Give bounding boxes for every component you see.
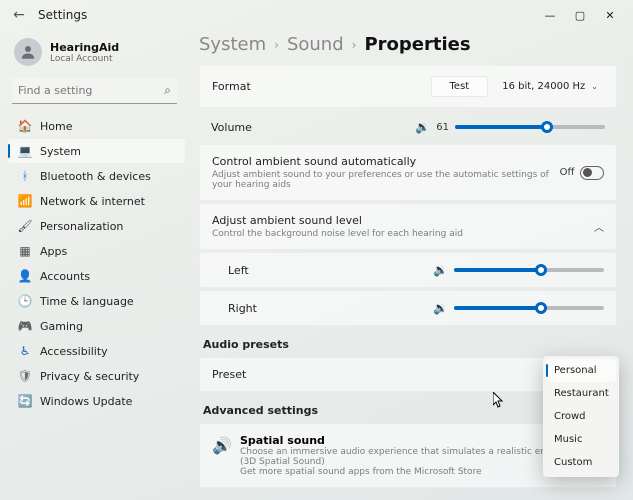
crumb-system[interactable]: System (199, 34, 266, 55)
acct-icon: 👤 (16, 269, 34, 283)
time-icon: 🕒 (16, 294, 34, 308)
sidebar-item-home[interactable]: 🏠 Home (8, 114, 185, 138)
nav-label: Accounts (40, 270, 90, 283)
sidebar-item-gaming[interactable]: 🎮 Gaming (8, 314, 185, 338)
nav-label: Bluetooth & devices (40, 170, 151, 183)
adjust-header[interactable]: Adjust ambient sound level Control the b… (199, 203, 617, 250)
nav-label: System (40, 145, 81, 158)
nav-label: Personalization (40, 220, 123, 233)
sidebar-item-windows-update[interactable]: 🔄 Windows Update (8, 389, 185, 413)
preset-label: Preset (212, 368, 246, 381)
search-wrap: ⌕ (12, 78, 177, 104)
right-card: Right 🔉 (199, 290, 617, 326)
search-icon: ⌕ (164, 83, 171, 98)
sidebar-item-personalization[interactable]: 🖌 Personalization (8, 214, 185, 238)
preset-option-crowd[interactable]: Crowd (546, 405, 616, 428)
window-controls: — ▢ ✕ (535, 9, 625, 22)
bt-icon: ᚼ (16, 169, 34, 183)
adjust-title: Adjust ambient sound level (212, 214, 463, 227)
nav-label: Privacy & security (40, 370, 139, 383)
system-icon: 💻 (16, 144, 34, 158)
maximize-button[interactable]: ▢ (565, 9, 595, 22)
speaker-icon: 🔉 (433, 263, 448, 277)
nav-label: Home (40, 120, 72, 133)
window-title: Settings (38, 8, 87, 22)
preset-option-custom[interactable]: Custom (546, 451, 616, 474)
wifi-icon: 📶 (16, 194, 34, 208)
sidebar-item-accessibility[interactable]: ♿ Accessibility (8, 339, 185, 363)
crumb-current: Properties (364, 34, 470, 55)
ambient-toggle[interactable] (580, 166, 604, 180)
sidebar-item-network-internet[interactable]: 📶 Network & internet (8, 189, 185, 213)
avatar (14, 38, 42, 66)
preset-option-personal[interactable]: Personal (546, 359, 616, 382)
adjust-subtitle: Control the background noise level for e… (212, 229, 463, 239)
nav-label: Accessibility (40, 345, 108, 358)
breadcrumb: System › Sound › Properties (199, 30, 619, 65)
sidebar-item-system[interactable]: 💻 System (8, 139, 185, 163)
titlebar: ← Settings — ▢ ✕ (0, 0, 633, 30)
close-button[interactable]: ✕ (595, 9, 625, 22)
spatial-icon: 🔊 (212, 434, 230, 477)
sidebar-item-bluetooth-devices[interactable]: ᚼ Bluetooth & devices (8, 164, 185, 188)
left-card: Left 🔉 (199, 252, 617, 288)
preset-option-restaurant[interactable]: Restaurant (546, 382, 616, 405)
format-select[interactable]: 16 bit, 24000 Hz ⌄ (496, 77, 604, 96)
nav-label: Network & internet (40, 195, 145, 208)
sidebar-item-privacy-security[interactable]: 🛡 Privacy & security (8, 364, 185, 388)
profile-sub: Local Account (50, 54, 119, 64)
left-label: Left (228, 264, 249, 277)
home-icon: 🏠 (16, 119, 34, 133)
brush-icon: 🖌 (16, 219, 34, 233)
apps-icon: ▦ (16, 244, 34, 258)
chevron-down-icon: ⌄ (591, 82, 598, 91)
volume-label: Volume (211, 121, 252, 134)
license-row: License status (199, 490, 617, 499)
chevron-right-icon: › (274, 38, 279, 52)
sidebar: HearingAid Local Account ⌕ 🏠 Home 💻 System ᚼ… (0, 30, 185, 500)
profile-name: HearingAid (50, 41, 119, 54)
sidebar-item-accounts[interactable]: 👤 Accounts (8, 264, 185, 288)
right-slider[interactable] (454, 306, 604, 310)
format-value: 16 bit, 24000 Hz (502, 81, 585, 92)
chevron-up-icon: ︿ (594, 219, 604, 234)
shield-icon: 🛡 (16, 369, 34, 383)
volume-value: 61 (436, 122, 449, 133)
main-content: System › Sound › Properties Format Test … (185, 30, 633, 500)
game-icon: 🎮 (16, 319, 34, 333)
nav-label: Gaming (40, 320, 83, 333)
nav-list: 🏠 Home 💻 System ᚼ Bluetooth & devices 📶 Network… (8, 114, 185, 413)
profile-block[interactable]: HearingAid Local Account (8, 34, 185, 78)
minimize-button[interactable]: — (535, 9, 565, 22)
ambient-subtitle: Adjust ambient sound to your preferences… (212, 170, 560, 190)
volume-slider[interactable] (455, 125, 605, 129)
preset-option-music[interactable]: Music (546, 428, 616, 451)
back-button[interactable]: ← (8, 7, 30, 23)
format-label: Format (212, 80, 251, 93)
nav-label: Windows Update (40, 395, 132, 408)
ambient-auto-card[interactable]: Control ambient sound automatically Adju… (199, 144, 617, 201)
sidebar-item-apps[interactable]: ▦ Apps (8, 239, 185, 263)
nav-label: Time & language (40, 295, 134, 308)
nav-label: Apps (40, 245, 67, 258)
sidebar-item-time-language[interactable]: 🕒 Time & language (8, 289, 185, 313)
a11y-icon: ♿ (16, 344, 34, 358)
right-label: Right (228, 302, 257, 315)
presets-heading: Audio presets (203, 338, 617, 351)
search-input[interactable] (12, 78, 177, 104)
ambient-title: Control ambient sound automatically (212, 155, 560, 168)
speaker-icon: 🔉 (433, 301, 448, 315)
preset-dropdown[interactable]: PersonalRestaurantCrowdMusicCustom (543, 356, 619, 477)
toggle-label: Off (560, 167, 575, 178)
crumb-sound[interactable]: Sound (287, 34, 344, 55)
test-button[interactable]: Test (431, 76, 489, 97)
volume-card: Volume 🔉 61 (199, 110, 617, 142)
speaker-icon[interactable]: 🔉 (415, 120, 430, 134)
chevron-right-icon: › (352, 38, 357, 52)
left-slider[interactable] (454, 268, 604, 272)
update-icon: 🔄 (16, 394, 34, 408)
format-card: Format Test 16 bit, 24000 Hz ⌄ (199, 65, 617, 108)
